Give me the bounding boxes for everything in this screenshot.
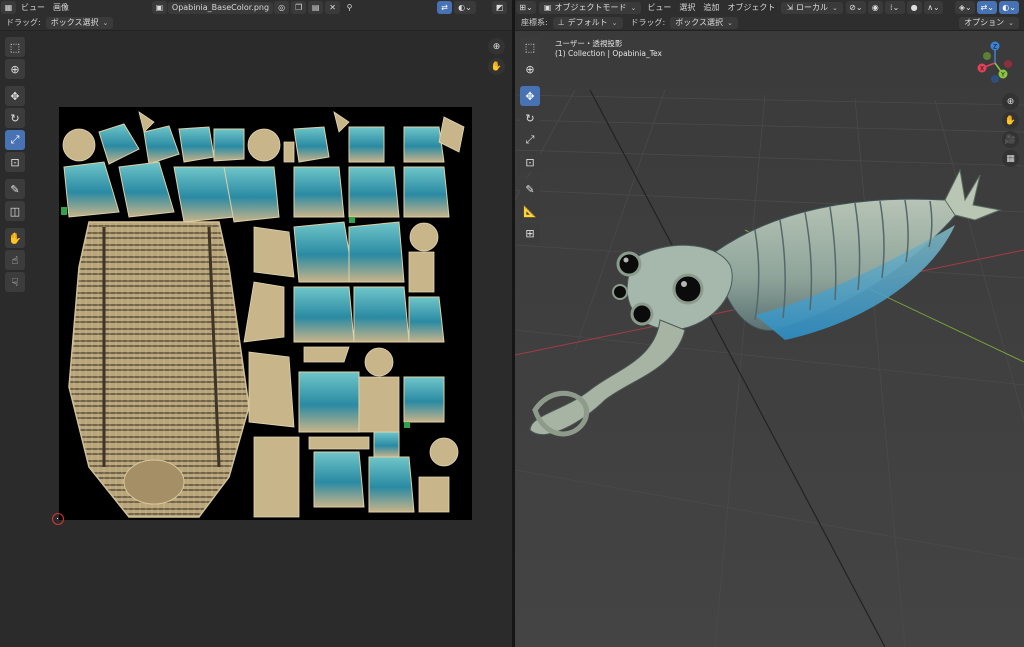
rotate-tool-icon[interactable]: ↻	[5, 108, 25, 128]
editor-type-icon[interactable]: ⊞⌄	[516, 1, 536, 14]
gizmo-toggle-icon[interactable]: ⇄⌄	[977, 1, 998, 14]
visibility-icon[interactable]: ◈⌄	[955, 1, 976, 14]
annotate-tool-icon[interactable]: ✎	[520, 179, 540, 199]
grab-tool-icon[interactable]: ✋	[5, 228, 25, 248]
collection-info: (1) Collection | Opabinia_Tex	[555, 49, 662, 58]
gizmo-z-label: Z	[993, 44, 997, 51]
pinch-tool-icon[interactable]: ☟	[5, 272, 25, 292]
chevron-down-icon: ⌄	[630, 3, 637, 12]
cursor-tool-icon[interactable]: ⊕	[520, 59, 540, 79]
menu-select[interactable]: 選択	[675, 1, 699, 14]
pivot-icon[interactable]: ⊘⌄	[845, 1, 866, 14]
menu-object[interactable]: オブジェクト	[723, 1, 779, 14]
uv-display-icon[interactable]: ◐⌄	[454, 1, 476, 14]
snap-icon[interactable]: ◉	[867, 1, 883, 14]
pin-icon[interactable]: ⚲	[342, 1, 357, 14]
snap-target-icon[interactable]: ⁞⌄	[884, 1, 905, 14]
transform-tool-icon[interactable]: ⊡	[5, 152, 25, 172]
image-browse-icon[interactable]: ▣	[151, 1, 167, 14]
orientation-default-value: デフォルト	[567, 18, 608, 27]
move-tool-icon[interactable]: ✥	[5, 86, 25, 106]
mode-value: オブジェクトモード	[554, 3, 627, 12]
pan-hand-icon[interactable]: ✋	[488, 58, 505, 75]
duplicate-image-icon[interactable]: ❐	[291, 1, 307, 14]
cursor-center	[57, 518, 58, 519]
orientation-dropdown[interactable]: ⊥ デフォルト ⌄	[552, 16, 623, 29]
uv-editor-header: ▦ ビュー 画像 ▣ Opabinia_BaseColor.png ◎ ❐ ▤ …	[0, 0, 512, 15]
sidebar-toggle-icon[interactable]: ◩	[492, 1, 507, 14]
add-cube-tool-icon[interactable]: ⊞	[520, 223, 540, 243]
select-box-tool-icon[interactable]: ⬚	[5, 37, 25, 57]
viewport-header: ⊞⌄ ▣ オブジェクトモード ⌄ ビュー 選択 追加 オブジェクト ⇲ ローカル ⌄ ⊘…	[515, 0, 1024, 15]
object-mode-icon: ▣	[543, 3, 552, 12]
cursor-tool-icon[interactable]: ⊕	[5, 59, 25, 79]
chevron-down-icon: ⌄	[611, 18, 618, 27]
image-name-field[interactable]: Opabinia_BaseColor.png	[167, 1, 274, 14]
falloff-icon[interactable]: ∧⌄	[923, 1, 944, 14]
viewport-tool-header: 座標系: ⊥ デフォルト ⌄ ドラッグ: ボックス選択 ⌄ オプション ⌄	[515, 15, 1024, 31]
viewport-toolbar: ⬚ ⊕ ✥ ↻ ⤢ ⊡ ✎ 📐 ⊞	[520, 37, 542, 245]
zoom-icon[interactable]: ⊕	[488, 38, 505, 55]
drag-mode-value: ボックス選択	[50, 18, 99, 27]
fake-user-shield-icon[interactable]: ◎	[274, 1, 290, 14]
overlay-toggle-icon[interactable]: ◐⌄	[999, 1, 1020, 14]
uv-image-editor[interactable]: ▦ ビュー 画像 ▣ Opabinia_BaseColor.png ◎ ❐ ▤ …	[0, 0, 512, 647]
chevron-down-icon: ⌄	[1008, 18, 1014, 27]
drag-mode-dropdown[interactable]: ボックス選択 ⌄	[670, 16, 738, 29]
gizmo-y-label: Y	[1000, 72, 1005, 79]
gizmo-x-label: X	[980, 66, 984, 73]
close-icon[interactable]: ✕	[325, 1, 341, 14]
move-tool-icon[interactable]: ✥	[520, 86, 540, 106]
menu-image[interactable]: 画像	[49, 1, 73, 14]
uv-toolbar: ⬚ ⊕ ✥ ↻ ⤢ ⊡ ✎ ◫ ✋ ☝ ☟	[5, 37, 27, 294]
orientation-icon: ⇲	[786, 3, 794, 12]
drag-label: ドラッグ:	[630, 18, 666, 27]
editor-type-icon[interactable]: ▦	[1, 1, 16, 14]
zoom-icon[interactable]: ⊕	[1002, 93, 1019, 110]
scale-tool-icon[interactable]: ⤢	[520, 130, 540, 150]
pan-hand-icon[interactable]: ✋	[1002, 112, 1019, 129]
drag-mode-dropdown[interactable]: ボックス選択 ⌄	[45, 16, 114, 29]
mode-dropdown[interactable]: ▣ オブジェクトモード ⌄	[538, 1, 642, 14]
rip-tool-icon[interactable]: ◫	[5, 201, 25, 221]
uv-tool-header: ドラッグ: ボックス選択 ⌄	[0, 15, 512, 31]
axis-icon: ⊥	[557, 18, 565, 27]
drag-mode-value: ボックス選択	[675, 18, 724, 27]
proportional-edit-icon[interactable]: ●	[906, 1, 922, 14]
chevron-down-icon: ⌄	[102, 18, 109, 27]
camera-icon[interactable]: 🎥	[1002, 131, 1019, 148]
orientation-value: ローカル	[796, 3, 829, 12]
new-image-icon[interactable]: ▤	[308, 1, 324, 14]
scale-tool-icon[interactable]: ⤢	[5, 130, 25, 150]
2d-cursor-icon[interactable]	[52, 513, 64, 525]
navigation-gizmo[interactable]: X Y Z	[970, 38, 1024, 88]
transform-tool-icon[interactable]: ⊡	[520, 152, 540, 172]
select-box-tool-icon[interactable]: ⬚	[520, 37, 540, 57]
annotate-tool-icon[interactable]: ✎	[5, 179, 25, 199]
drag-label: ドラッグ:	[6, 18, 41, 27]
orientation-label: 座標系:	[521, 18, 548, 27]
3d-viewport[interactable]: ⊞⌄ ▣ オブジェクトモード ⌄ ビュー 選択 追加 オブジェクト ⇲ ローカル ⌄ ⊘…	[515, 0, 1024, 647]
viewport-scene	[515, 0, 1024, 647]
options-dropdown[interactable]: オプション ⌄	[959, 16, 1019, 29]
view-name: ユーザー・透視投影	[555, 39, 623, 48]
relax-tool-icon[interactable]: ☝	[5, 250, 25, 270]
chevron-down-icon: ⌄	[727, 18, 733, 27]
perspective-grid-icon[interactable]: ▦	[1002, 150, 1019, 167]
texture-image	[59, 107, 472, 520]
options-label: オプション	[964, 18, 1005, 27]
menu-view[interactable]: ビュー	[643, 1, 675, 14]
menu-view[interactable]: ビュー	[17, 1, 49, 14]
menu-add[interactable]: 追加	[699, 1, 723, 14]
measure-tool-icon[interactable]: 📐	[520, 201, 540, 221]
chevron-down-icon: ⌄	[832, 3, 838, 12]
transform-orientation-dropdown[interactable]: ⇲ ローカル ⌄	[781, 1, 843, 14]
rotate-tool-icon[interactable]: ↻	[520, 108, 540, 128]
uv-sync-icon[interactable]: ⇄	[437, 1, 452, 14]
